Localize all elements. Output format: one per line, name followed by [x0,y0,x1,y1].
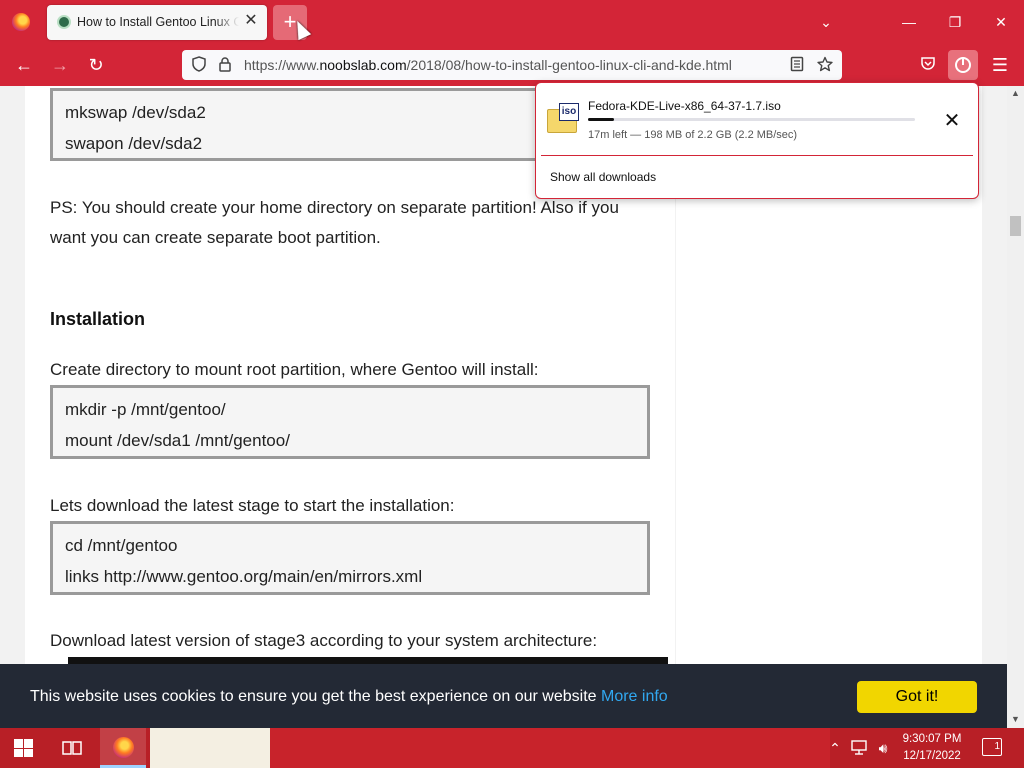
wallpaper-strip [270,728,830,768]
iso-badge: iso [559,103,579,121]
code-line: cd /mnt/gentoo [65,536,178,555]
tracking-protection-shield-icon[interactable] [190,56,208,74]
mount-intro-paragraph: Create directory to mount root partition… [50,360,539,379]
wallpaper-strip [150,728,270,768]
url-path: /2018/08/how-to-install-gentoo-linux-cli… [406,57,732,73]
tab-close-icon[interactable]: ✕ [243,13,259,29]
notifications-icon[interactable]: 1 [982,738,1002,756]
windows-logo-icon [14,739,33,757]
clock-time: 9:30:07 PM [902,733,962,745]
navigation-toolbar: ← → ↻ https://www.noobslab.com/2018/08/h… [0,44,1024,86]
cookie-text: This website uses cookies to ensure you … [30,688,597,705]
cookie-message: This website uses cookies to ensure you … [30,688,668,706]
code-line: mount /dev/sda1 /mnt/gentoo/ [65,431,290,450]
code-line: links http://www.gentoo.org/main/en/mirr… [65,567,423,586]
more-info-link[interactable]: More info [601,688,668,705]
tab-title: How to Install Gentoo Linux CLI [77,15,239,29]
code-block-stage: cd /mnt/gentoo links http://www.gentoo.o… [50,521,650,595]
ps-paragraph: PS: You should create your home director… [50,198,619,247]
volume-icon[interactable]: 🔊︎ [872,728,894,768]
show-hidden-icons-icon[interactable]: ⌃ [826,728,844,768]
download-progress-bar [588,118,915,121]
forward-icon[interactable]: → [45,50,75,80]
scroll-up-icon[interactable]: ▲ [1007,86,1024,100]
iso-file-icon: iso [547,103,579,133]
download-progress-icon [955,57,971,73]
url-host: noobslab.com [319,57,407,73]
clock-date: 12/17/2022 [903,750,961,762]
firefox-icon [113,737,134,758]
stage3-intro-paragraph: Download latest version of stage3 accord… [50,631,598,650]
download-file-name[interactable]: Fedora-KDE-Live-x86_64-37-1.7.iso [588,99,781,113]
pocket-icon[interactable] [913,50,943,80]
browser-window: How to Install Gentoo Linux CLI ✕ + ⌄ — … [0,0,1024,768]
code-line: mkdir -p /mnt/gentoo/ [65,400,226,419]
minimize-icon[interactable]: — [886,0,932,44]
code-block-top-edge [68,657,668,664]
reader-view-icon[interactable] [788,56,806,74]
scroll-down-icon[interactable]: ▼ [1007,712,1024,726]
download-status: 17m left — 198 MB of 2.2 GB (2.2 MB/sec) [588,129,798,141]
vertical-scrollbar[interactable]: ▲ ▼ [1007,86,1024,728]
clock[interactable]: 9:30:07 PM 12/17/2022 [896,731,968,765]
heading-installation: Installation [50,309,146,329]
app-menu-icon[interactable]: ☰ [985,50,1015,80]
url-bar[interactable]: https://www.noobslab.com/2018/08/how-to-… [182,50,842,80]
cancel-download-icon[interactable]: ✕ [940,109,964,133]
accept-cookies-button[interactable]: Got it! [857,681,977,713]
tab-strip: How to Install Gentoo Linux CLI ✕ + ⌄ — … [0,0,1024,44]
url-scheme: https://www. [244,57,320,73]
list-all-tabs-icon[interactable]: ⌄ [803,0,849,44]
back-icon[interactable]: ← [9,50,39,80]
lock-icon[interactable] [216,56,234,74]
taskbar: ⌃ 🔊︎ 9:30:07 PM 12/17/2022 1 [0,728,1024,768]
network-icon[interactable] [848,728,870,768]
bookmark-star-icon[interactable] [816,56,834,74]
task-view-icon[interactable] [48,728,96,768]
reload-icon[interactable]: ↻ [81,50,111,80]
downloads-panel: iso Fedora-KDE-Live-x86_64-37-1.7.iso 17… [535,82,979,199]
download-progress-fill [588,118,615,121]
site-favicon-icon [57,15,71,29]
close-window-icon[interactable]: ✕ [978,0,1024,44]
start-button[interactable] [0,728,48,768]
firefox-logo-icon[interactable] [12,13,30,31]
taskbar-firefox-button[interactable] [100,728,146,768]
tab-active[interactable]: How to Install Gentoo Linux CLI ✕ [47,5,267,40]
cookie-banner: This website uses cookies to ensure you … [0,664,1007,728]
url-text[interactable]: https://www.noobslab.com/2018/08/how-to-… [244,57,732,73]
code-block-mount: mkdir -p /mnt/gentoo/ mount /dev/sda1 /m… [50,385,650,459]
downloads-button[interactable] [948,50,978,80]
stage-intro-paragraph: Lets download the latest stage to start … [50,496,455,515]
show-all-downloads-button[interactable]: Show all downloads [550,170,656,184]
scrollbar-thumb[interactable] [1010,216,1021,236]
restore-icon[interactable]: ❐ [932,0,978,44]
divider [541,155,973,156]
